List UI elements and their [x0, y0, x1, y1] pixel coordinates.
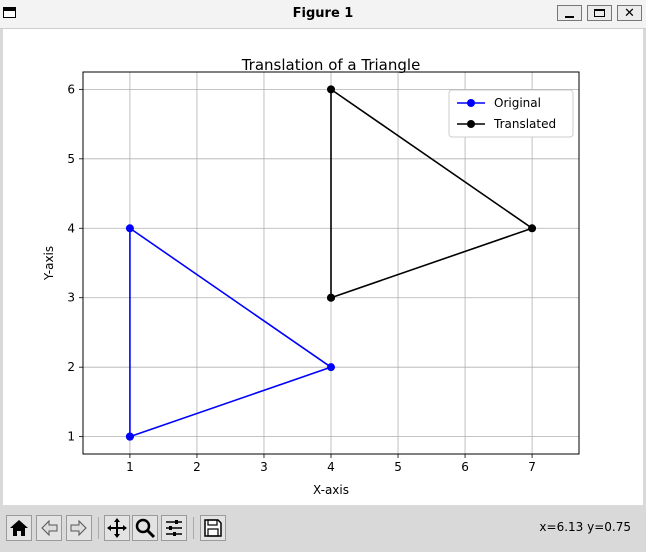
home-button[interactable] — [6, 515, 32, 541]
cursor-coordinates: x=6.13 y=0.75 — [539, 520, 631, 534]
data-point-translated — [327, 85, 335, 94]
save-icon — [204, 519, 222, 537]
y-tick-label: 1 — [67, 430, 75, 444]
x-tick-label: 1 — [126, 460, 134, 474]
data-point-original — [327, 363, 335, 372]
minimize-icon — [565, 15, 574, 18]
save-button[interactable] — [200, 515, 226, 541]
x-tick-label: 4 — [327, 460, 335, 474]
forward-arrow-icon — [70, 519, 87, 537]
x-tick-label: 6 — [461, 460, 469, 474]
legend-marker-original — [467, 99, 475, 107]
minimize-button[interactable] — [557, 5, 582, 21]
x-tick-label: 7 — [528, 460, 536, 474]
legend-marker-translated — [467, 120, 475, 128]
y-tick-label: 5 — [67, 152, 75, 166]
back-button[interactable] — [36, 515, 62, 541]
window-titlebar[interactable]: Figure 1 ✕ — [0, 0, 646, 29]
data-point-original — [125, 224, 134, 233]
pan-button[interactable] — [104, 515, 130, 541]
zoom-button[interactable] — [132, 515, 158, 541]
close-icon: ✕ — [624, 5, 635, 21]
back-arrow-icon — [41, 519, 58, 537]
data-point-translated — [327, 293, 335, 302]
configure-subplots-icon — [166, 520, 182, 536]
y-ticks: 1 2 3 4 5 6 — [67, 82, 83, 444]
x-tick-label: 3 — [260, 460, 268, 474]
figure-canvas[interactable]: 1 2 3 4 5 6 7 1 2 3 4 5 6 Translation of a Triangle… — [3, 29, 643, 505]
y-tick-label: 2 — [67, 360, 75, 374]
y-tick-label: 4 — [67, 221, 75, 235]
legend-label-original: Original — [494, 96, 541, 110]
x-tick-label: 2 — [193, 460, 201, 474]
home-icon — [10, 520, 28, 536]
configure-subplots-button[interactable] — [161, 515, 187, 541]
chart-title: Translation of a Triangle — [241, 56, 421, 74]
pan-icon — [107, 518, 127, 538]
navigation-toolbar: x=6.13 y=0.75 — [0, 507, 646, 552]
forward-button[interactable] — [66, 515, 92, 541]
data-point-original — [125, 432, 134, 441]
toolbar-separator — [193, 517, 194, 539]
y-tick-label: 6 — [67, 82, 75, 96]
legend: Original Translated — [448, 89, 574, 138]
legend-label-translated: Translated — [493, 117, 556, 131]
toolbar-separator — [98, 517, 99, 539]
data-point-translated — [528, 224, 537, 233]
window-title: Figure 1 — [292, 6, 354, 21]
zoom-icon — [135, 518, 156, 539]
maximize-icon — [594, 9, 605, 17]
maximize-button[interactable] — [587, 5, 612, 21]
x-axis-label: X-axis — [313, 483, 349, 497]
y-axis-label: Y-axis — [42, 246, 56, 281]
chart[interactable]: 1 2 3 4 5 6 7 1 2 3 4 5 6 Translation of a Triangle… — [3, 29, 643, 505]
y-tick-label: 3 — [67, 291, 75, 305]
x-ticks: 1 2 3 4 5 6 7 — [126, 454, 536, 474]
close-button[interactable]: ✕ — [617, 5, 642, 21]
x-tick-label: 5 — [394, 460, 402, 474]
